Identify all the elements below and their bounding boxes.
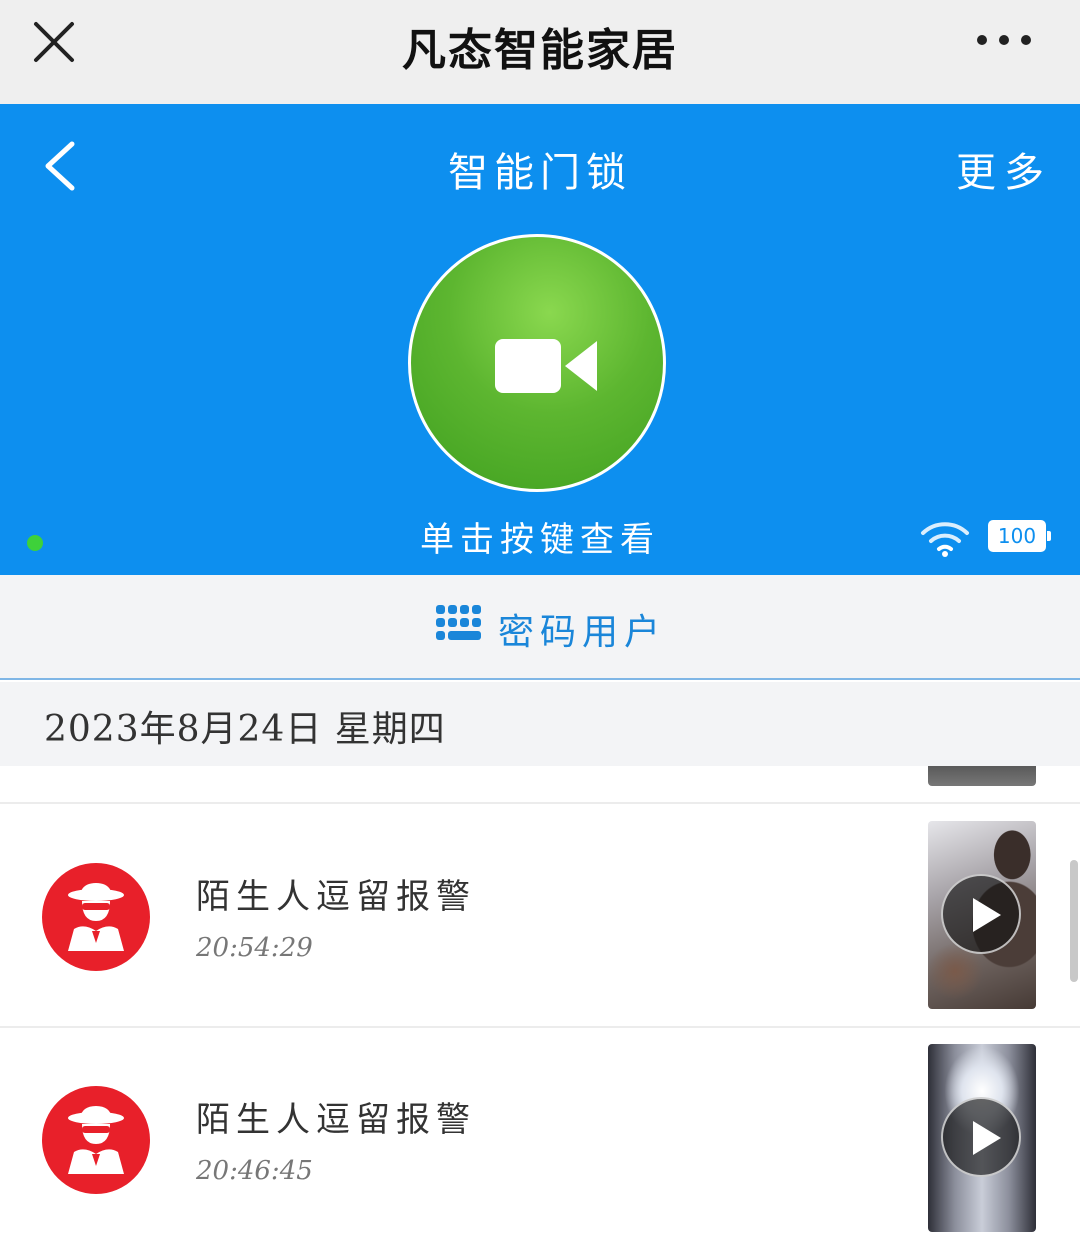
battery-indicator: 100 <box>988 520 1051 552</box>
list-item[interactable]: 陌生人逗留报警 20:46:45 <box>0 1028 1080 1250</box>
alarm-title: 陌生人逗留报警 <box>196 877 476 917</box>
app-title: 凡态智能家居 <box>402 25 678 76</box>
date-header: 2023年8月24日 星期四 <box>0 682 1080 766</box>
divider <box>0 802 1080 804</box>
date-text: 2023年8月24日 星期四 <box>44 709 446 750</box>
top-bar: 凡态智能家居 <box>0 0 1080 104</box>
lock-header: 智能门锁 更多 单击按键查看 100 <box>0 104 1080 575</box>
alarm-time: 20:54:29 <box>196 933 313 963</box>
view-camera-button[interactable] <box>408 234 666 492</box>
scrollbar[interactable] <box>1070 860 1078 982</box>
partial-video-thumbnail[interactable] <box>928 766 1036 786</box>
view-hint: 单击按键查看 <box>420 520 660 560</box>
more-dots-icon[interactable] <box>976 32 1032 48</box>
list-item[interactable]: 陌生人逗留报警 20:54:29 <box>0 805 1080 1027</box>
alarm-time: 20:46:45 <box>196 1156 313 1186</box>
page-title: 智能门锁 <box>448 150 632 196</box>
video-camera-icon <box>495 339 597 393</box>
stranger-icon <box>42 863 150 971</box>
online-status-dot <box>27 535 43 551</box>
video-thumbnail[interactable] <box>928 821 1036 1009</box>
play-icon[interactable] <box>941 874 1021 954</box>
video-thumbnail[interactable] <box>928 1044 1036 1232</box>
more-button[interactable]: 更多 <box>956 140 1052 198</box>
keypad-icon <box>436 605 481 640</box>
stranger-icon <box>42 1086 150 1194</box>
password-users-label: 密码用户 <box>498 612 667 653</box>
play-icon[interactable] <box>941 1097 1021 1177</box>
wifi-icon <box>921 522 969 557</box>
alarm-title: 陌生人逗留报警 <box>196 1100 476 1140</box>
password-users-button[interactable]: 密码用户 <box>0 575 1080 680</box>
